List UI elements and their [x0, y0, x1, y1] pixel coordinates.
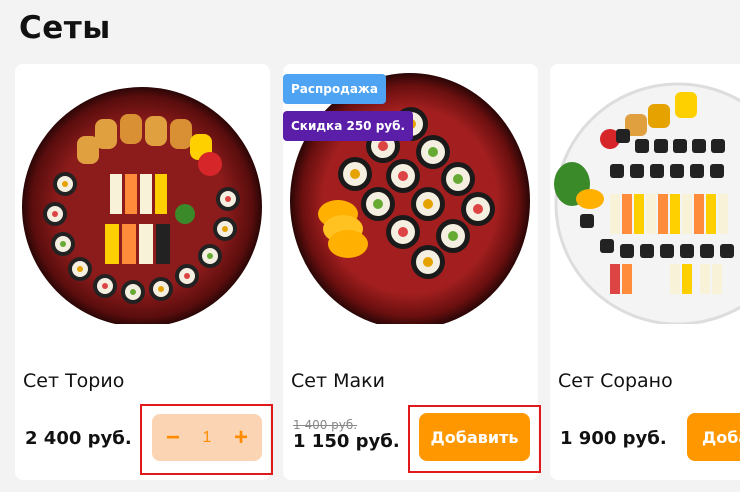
product-price: 1 150 руб. [293, 431, 400, 452]
sale-badge: Распродажа [283, 74, 386, 104]
quantity-stepper: − 1 + [152, 414, 262, 461]
product-image[interactable] [15, 64, 270, 327]
quantity-value: 1 [202, 428, 212, 446]
decrement-button[interactable]: − [162, 424, 184, 451]
product-name: Сет Сорано [558, 370, 673, 392]
add-to-cart-button[interactable]: Добавить [419, 413, 530, 461]
add-to-cart-button[interactable]: Доба [687, 413, 740, 461]
old-price: 1 400 руб. [293, 418, 358, 432]
product-price: 1 900 руб. [560, 428, 667, 449]
product-card: Сет Сорано 1 900 руб. Доба [550, 64, 740, 480]
product-card: Сет Торио 2 400 руб. − 1 + [15, 64, 270, 480]
discount-badge: Скидка 250 руб. [283, 111, 414, 141]
product-name: Сет Маки [291, 370, 385, 392]
product-name: Сет Торио [23, 370, 125, 392]
increment-button[interactable]: + [230, 424, 252, 451]
product-price: 2 400 руб. [25, 428, 132, 449]
product-card: Распродажа Скидка 250 руб. Сет Маки 1 40… [283, 64, 538, 480]
page-title: Сеты [19, 10, 111, 46]
product-image[interactable] [550, 64, 740, 326]
